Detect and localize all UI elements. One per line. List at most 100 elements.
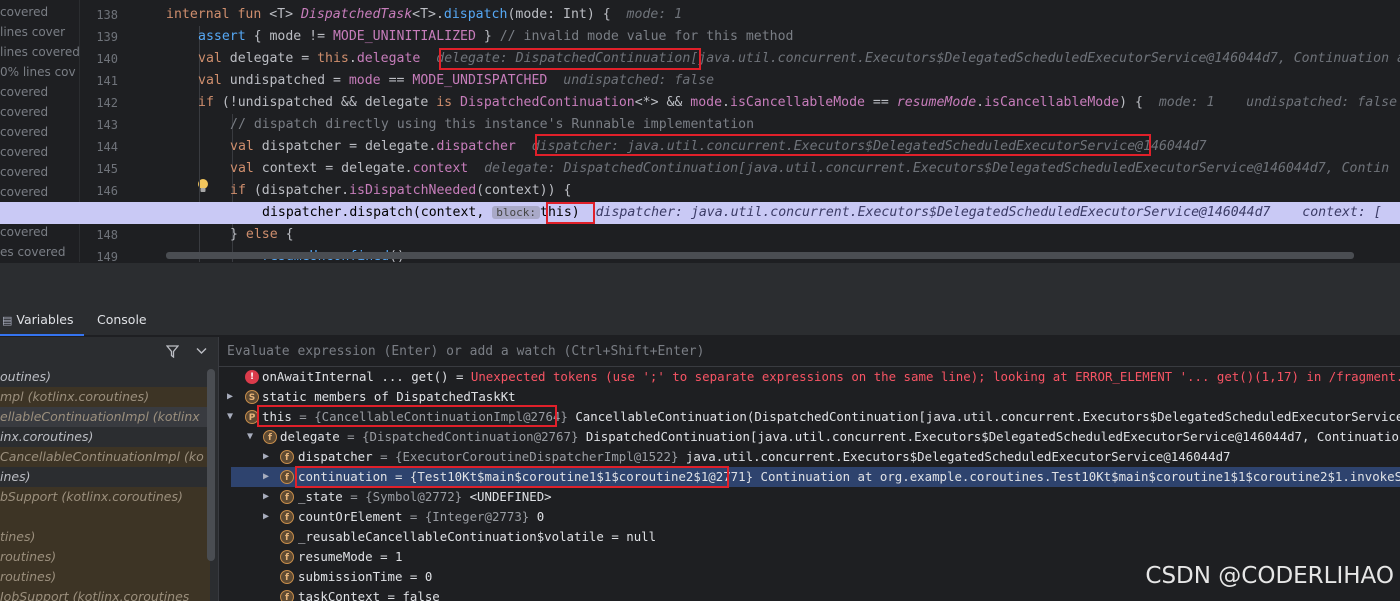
token: delegate bbox=[356, 51, 421, 66]
error-message: Unexpected tokens (use ';' to separate e… bbox=[470, 369, 1400, 384]
variable-row[interactable]: ▶ f _state = {Symbol@2772} <UNDEFINED> bbox=[219, 487, 1400, 507]
frame-item[interactable]: tines) bbox=[0, 527, 210, 547]
token: <*> && bbox=[634, 95, 691, 110]
watch-expression: onAwaitInternal ... get() bbox=[262, 369, 449, 384]
field-icon: f bbox=[280, 490, 294, 504]
variable-row[interactable]: ▶ S static members of DispatchedTaskKt bbox=[219, 387, 1400, 407]
frame-item[interactable]: outines) bbox=[0, 367, 210, 387]
code-line-146[interactable]: if (dispatcher.isDispatchNeeded(context)… bbox=[230, 180, 571, 202]
coverage-label: 0% lines cov bbox=[0, 65, 76, 79]
variable-value: Continuation at org.example.coroutines.T… bbox=[760, 469, 1400, 484]
token: <T>. bbox=[412, 7, 444, 22]
chevron-right-icon[interactable]: ▶ bbox=[261, 507, 271, 527]
variable-name: taskContext bbox=[298, 589, 381, 601]
token: dispatch bbox=[443, 7, 508, 22]
line-number: 140 bbox=[96, 52, 118, 66]
watch-error-row[interactable]: ! onAwaitInternal ... get() = Unexpected… bbox=[219, 367, 1400, 387]
line-number: 144 bbox=[96, 140, 118, 154]
tab-variables[interactable]: ▤ Variables bbox=[0, 306, 84, 336]
filter-icon[interactable] bbox=[166, 345, 179, 358]
code-editor[interactable]: covered lines cover lines covered 0% lin… bbox=[0, 0, 1400, 262]
error-icon: ! bbox=[245, 370, 259, 384]
frame-item[interactable]: ellableContinuationImpl (kotlinx bbox=[0, 407, 210, 427]
line-number: 139 bbox=[96, 30, 118, 44]
code-area[interactable]: internal fun <T> DispatchedTask<T>.dispa… bbox=[0, 0, 1400, 262]
frames-scrollbar[interactable] bbox=[207, 369, 215, 561]
frame-item[interactable]: routines) bbox=[0, 547, 210, 567]
variable-row[interactable]: ▼ f delegate = {DispatchedContinuation@2… bbox=[219, 427, 1400, 447]
panel-splitter[interactable] bbox=[0, 262, 1400, 306]
code-line-148[interactable]: } else { bbox=[230, 224, 294, 246]
token: { mode != bbox=[245, 29, 333, 44]
variable-row[interactable]: f taskContext = false bbox=[219, 587, 1400, 601]
field-icon: f bbox=[280, 590, 294, 601]
variable-row[interactable]: ▶ f countOrElement = {Integer@2773} 0 bbox=[219, 507, 1400, 527]
inline-value-hint: context: [ bbox=[1302, 205, 1382, 220]
evaluate-expression-input[interactable] bbox=[219, 337, 1400, 366]
variable-ref: = {DispatchedContinuation@2767} bbox=[339, 429, 579, 444]
chevron-right-icon[interactable]: ▶ bbox=[261, 447, 271, 467]
token: ) { bbox=[1119, 95, 1143, 110]
token: context bbox=[412, 161, 469, 176]
variable-name: delegate bbox=[280, 429, 340, 444]
line-number: 138 bbox=[96, 8, 118, 22]
token: . bbox=[722, 95, 730, 110]
token: delegate = bbox=[229, 51, 318, 66]
annotation-box bbox=[439, 48, 701, 70]
watermark: CSDN @CODERLIHAO bbox=[1145, 563, 1394, 589]
frame-item[interactable]: bSupport (kotlinx.coroutines) bbox=[0, 487, 210, 507]
code-line-139[interactable]: assert { mode != MODE_UNINITIALIZED } //… bbox=[198, 26, 794, 48]
token: internal fun bbox=[166, 7, 270, 22]
variable-value: java.util.concurrent.Executors$Delegated… bbox=[678, 449, 1231, 464]
inline-value-hint: mode: 1 bbox=[626, 7, 683, 22]
horizontal-scrollbar[interactable] bbox=[166, 252, 1354, 259]
evaluate-bar bbox=[219, 337, 1400, 367]
code-line-147-current[interactable]: dispatcher.dispatch(context, block: this)… bbox=[0, 202, 1400, 224]
chevron-right-icon[interactable]: ▶ bbox=[261, 467, 271, 487]
chevron-down-icon[interactable] bbox=[196, 347, 207, 355]
coverage-label: covered bbox=[0, 225, 49, 239]
code-line-142[interactable]: if (!undispatched && delegate is Dispatc… bbox=[198, 92, 1397, 114]
chevron-down-icon[interactable]: ▼ bbox=[245, 427, 255, 447]
field-icon: f bbox=[280, 570, 294, 584]
line-number: 145 bbox=[96, 162, 118, 176]
token: context = delegate. bbox=[261, 161, 413, 176]
tab-label: Variables bbox=[16, 312, 74, 327]
code-line-143[interactable]: // dispatch directly using this instance… bbox=[230, 114, 754, 136]
variable-value: CancellableContinuation(DispatchedContin… bbox=[567, 409, 1400, 424]
chevron-right-icon[interactable]: ▶ bbox=[261, 487, 271, 507]
frames-panel[interactable]: outines) mpl (kotlinx.coroutines) ellabl… bbox=[0, 337, 218, 601]
annotation-box bbox=[295, 466, 729, 488]
chevron-right-icon[interactable]: ▶ bbox=[225, 387, 235, 407]
variable-row[interactable]: ▶ f dispatcher = {ExecutorCoroutineDispa… bbox=[219, 447, 1400, 467]
token: DispatchedContinuation bbox=[460, 95, 635, 110]
coverage-label: covered bbox=[0, 85, 49, 99]
code-comment: // dispatch directly using this instance… bbox=[230, 117, 755, 132]
chevron-down-icon[interactable]: ▼ bbox=[225, 407, 235, 427]
frame-item[interactable]: CancellableContinuationImpl (ko bbox=[0, 447, 210, 467]
frame-item[interactable]: inx.coroutines) bbox=[0, 427, 210, 447]
frame-item[interactable]: mpl (kotlinx.coroutines) bbox=[0, 387, 210, 407]
tab-console[interactable]: Console bbox=[97, 306, 147, 336]
inline-value-hint: undispatched: false bbox=[563, 73, 715, 88]
variables-panel[interactable]: ! onAwaitInternal ... get() = Unexpected… bbox=[218, 337, 1400, 601]
frame-item[interactable]: JobSupport (kotlinx.coroutines bbox=[0, 587, 210, 601]
coverage-label: lines cover bbox=[0, 25, 66, 39]
frame-item[interactable] bbox=[0, 507, 210, 527]
token: } bbox=[230, 227, 246, 242]
frame-item[interactable]: ines) bbox=[0, 467, 210, 487]
code-line-141[interactable]: val undispatched = mode == MODE_UNDISPAT… bbox=[198, 70, 714, 92]
token: mode bbox=[690, 95, 723, 110]
field-icon: f bbox=[280, 530, 294, 544]
token: undispatched = bbox=[229, 73, 349, 88]
variable-name: resumeMode bbox=[298, 549, 373, 564]
variable-name: static bbox=[262, 389, 307, 404]
token: is bbox=[436, 95, 461, 110]
code-line-140[interactable]: val delegate = this.delegate delegate: D… bbox=[198, 48, 1400, 70]
code-line-138[interactable]: internal fun <T> DispatchedTask<T>.dispa… bbox=[166, 4, 682, 26]
field-icon: f bbox=[280, 510, 294, 524]
code-line-145[interactable]: val context = delegate.context delegate:… bbox=[230, 158, 1389, 180]
frame-item[interactable]: routines) bbox=[0, 567, 210, 587]
variable-row[interactable]: f _reusableCancellableContinuation$volat… bbox=[219, 527, 1400, 547]
token: dispatcher = delegate. bbox=[261, 139, 437, 154]
